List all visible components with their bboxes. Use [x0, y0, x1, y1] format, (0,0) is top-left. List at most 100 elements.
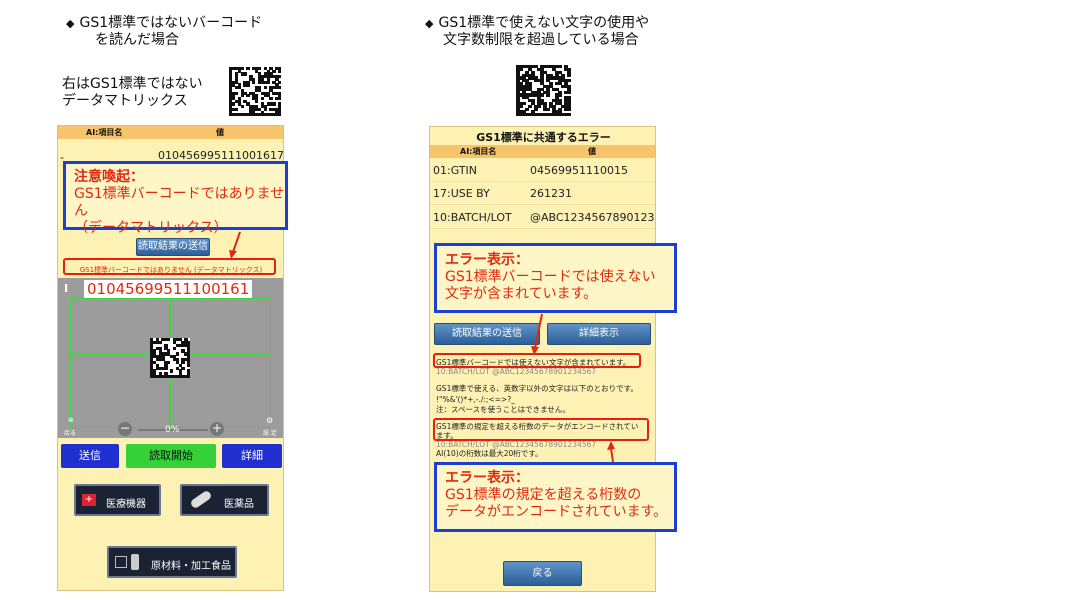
code-module	[172, 346, 177, 350]
right-callout-2-line1: GS1標準の規定を超える桁数の	[445, 487, 642, 503]
datamatrix-sample-image	[516, 65, 571, 117]
row-item: 17:USE BY	[433, 187, 490, 200]
scanned-datamatrix-image	[150, 338, 191, 379]
code-module	[558, 93, 562, 97]
code-module	[231, 102, 236, 106]
code-module	[263, 107, 268, 112]
code-module	[187, 363, 191, 368]
code-module	[240, 67, 244, 71]
code-module	[240, 105, 244, 109]
datamatrix-sample-image	[229, 67, 282, 117]
row-item: 10:BATCH/LOT	[433, 211, 512, 224]
code-module	[567, 73, 571, 77]
settings-label: 設 定	[263, 430, 277, 437]
code-module	[546, 107, 550, 111]
warning-highlight	[63, 258, 276, 275]
row-item: 01:GTIN	[433, 164, 478, 177]
info-icon[interactable]: I	[64, 282, 68, 295]
right-heading-line1: GS1標準で使えない文字の使用や	[438, 15, 650, 31]
left-heading-line1: GS1標準ではないバーコード	[79, 15, 263, 31]
box-icon	[115, 556, 127, 568]
error-note-2: AI(10)の桁数は最大20桁です。	[436, 449, 543, 458]
left-heading: ◆ GS1標準ではないバーコード を読んだ場合	[66, 15, 262, 49]
pill-icon	[189, 489, 213, 510]
code-module	[519, 67, 523, 72]
send-result-button[interactable]: 読取結果の送信	[136, 238, 210, 256]
code-module	[525, 107, 529, 111]
left-caption-line2: データマトリックス	[62, 93, 188, 109]
code-module	[522, 101, 526, 106]
code-module	[246, 67, 250, 71]
diamond-bullet-icon: ◆	[425, 17, 434, 30]
detail-button[interactable]: 詳細	[222, 444, 282, 468]
code-module	[260, 96, 265, 101]
code-module	[243, 72, 247, 76]
code-module	[567, 113, 571, 117]
left-callout-title: 注意喚起：	[74, 169, 144, 185]
code-module	[567, 90, 571, 94]
row-value: 261231	[530, 187, 572, 200]
code-module	[278, 86, 282, 90]
right-callout-1-title: エラー表示：	[445, 252, 529, 268]
left-callout-line1: GS1標準バーコードではありません	[74, 186, 285, 219]
column-header-value: 値	[216, 128, 224, 137]
medical-device-button[interactable]: + 医療機器	[74, 484, 161, 516]
zoom-percent: 0%	[165, 425, 180, 435]
result-table-header: AI:項目名 値	[58, 126, 283, 139]
code-module	[567, 79, 571, 83]
pharma-label: 医薬品	[224, 499, 254, 510]
code-module	[255, 99, 259, 103]
code-module	[278, 80, 282, 84]
code-module	[540, 93, 544, 97]
left-arrow	[229, 231, 241, 259]
left-caption-line1: 右はGS1標準ではない	[62, 76, 203, 92]
diamond-bullet-icon: ◆	[66, 17, 75, 30]
can-icon	[131, 554, 139, 570]
right-heading: ◆ GS1標準で使えない文字の使用や 文字数制限を超過している場合	[425, 15, 649, 49]
row-value: @ABC12345678901234567	[530, 211, 655, 224]
back-button[interactable]: 戻る	[503, 561, 582, 586]
detail-view-button[interactable]: 詳細表示	[547, 323, 651, 345]
code-module	[278, 96, 282, 101]
pharma-button[interactable]: 医薬品	[180, 484, 269, 516]
error-detail-1: 10:BATCH/LOT @ABC12345678901234567	[436, 367, 597, 376]
right-callout-1-line1: GS1標準バーコードでは使えない	[445, 269, 656, 285]
camera-preview: I 01045699511100161 ⊗ 戻る − 0% + ⚙ 設 定	[58, 278, 283, 438]
start-scan-button[interactable]: 読取開始	[126, 444, 216, 468]
zoom-in-button[interactable]: +	[210, 422, 224, 436]
code-module	[187, 375, 191, 379]
right-callout-1-line2: 文字が含まれています。	[445, 286, 598, 302]
code-module	[167, 360, 171, 365]
send-result-button[interactable]: 読取結果の送信	[434, 323, 540, 345]
cancel-icon[interactable]: ⊗	[68, 416, 74, 424]
left-callout: 注意喚起： GS1標準バーコードではありません （データマトリックス）	[63, 161, 288, 236]
code-module	[181, 360, 185, 365]
code-module	[170, 369, 174, 373]
code-module	[234, 91, 239, 95]
right-arrow-1	[531, 313, 543, 355]
code-module	[263, 86, 268, 90]
code-module	[181, 366, 185, 370]
row-value: 04569951110015	[530, 164, 628, 177]
right-callout-1: エラー表示： GS1標準バーコードでは使えない 文字が含まれています。	[434, 243, 677, 313]
code-module	[278, 75, 282, 79]
error-detail-2: 10:BATCH/LOT @ABC12345678901234567	[436, 440, 597, 449]
code-module	[164, 366, 168, 370]
left-callout-line2: （データマトリックス）	[74, 220, 228, 236]
code-module	[158, 340, 162, 345]
code-module	[272, 102, 276, 106]
zoom-out-button[interactable]: −	[118, 422, 132, 436]
error-2-highlight	[433, 418, 649, 441]
left-caption: 右はGS1標準ではない データマトリックス	[62, 76, 203, 110]
code-module	[240, 94, 244, 98]
code-module	[534, 107, 538, 111]
code-module	[546, 93, 550, 97]
scan-result-overlay: 01045699511100161	[84, 280, 253, 298]
info-line-2: !"%&'()*+,-./:;<=>?_	[436, 395, 516, 404]
food-button[interactable]: 原材料・加工食品	[107, 546, 237, 578]
right-callout-2-line2: データがエンコードされています。	[445, 504, 668, 520]
send-button[interactable]: 送信	[61, 444, 119, 468]
settings-icon[interactable]: ⚙	[266, 416, 273, 425]
code-module	[234, 107, 239, 112]
code-module	[537, 104, 541, 108]
